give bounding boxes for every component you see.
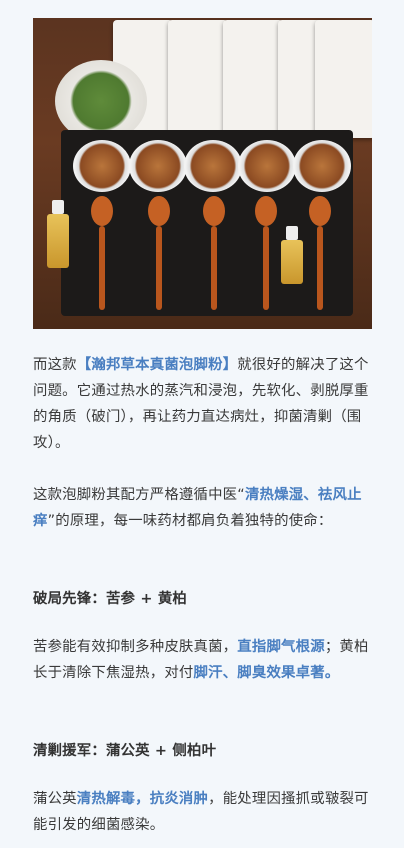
dandelion-paragraph: 蒲公英清热解毒，抗炎消肿，能处理因搔抓或皲裂可能引发的细菌感染。 bbox=[33, 791, 369, 833]
wooden-spoon bbox=[309, 196, 331, 310]
herb-bowl bbox=[293, 140, 351, 192]
wooden-spoon bbox=[255, 196, 277, 310]
detox-highlight: 清热解毒 bbox=[76, 791, 136, 807]
sweat-odor-highlight: 脚汗、脚臭效果卓著。 bbox=[193, 665, 340, 681]
root-cause-highlight: 直指脚气根源 bbox=[237, 639, 325, 655]
herb-packet bbox=[223, 20, 283, 138]
herb-bowl bbox=[129, 140, 187, 192]
wooden-spoon bbox=[91, 196, 113, 310]
herb-bowl bbox=[73, 140, 131, 192]
herb-packet bbox=[315, 20, 372, 138]
wooden-spoon bbox=[148, 196, 170, 310]
wooden-spoon bbox=[203, 196, 225, 310]
oil-bottle bbox=[281, 226, 303, 284]
section-heading-2: 清剿援军：蒲公英 + 侧柏叶 bbox=[33, 743, 217, 759]
herb-packet bbox=[168, 20, 228, 138]
herbal-product-image bbox=[33, 18, 372, 329]
herb-bowl bbox=[238, 140, 296, 192]
product-name-highlight: 【瀚邦草本真菌泡脚粉】 bbox=[76, 357, 238, 373]
intro-paragraph: 而这款【瀚邦草本真菌泡脚粉】就很好的解决了这个问题。它通过热水的蒸汽和浸泡，先软… bbox=[33, 357, 369, 451]
herb-bowl bbox=[184, 140, 242, 192]
oil-bottle bbox=[47, 200, 69, 268]
principle-paragraph: 这款泡脚粉其配方严格遵循中医“清热燥湿、祛风止痒”的原理，每一味药材都肩负着独特… bbox=[33, 487, 362, 529]
kushen-huangbai-paragraph: 苦参能有效抑制多种皮肤真菌，直指脚气根源；黄柏长于清除下焦湿热，对付脚汗、脚臭效… bbox=[33, 639, 369, 681]
anti-inflammatory-highlight: 抗炎消肿 bbox=[149, 791, 209, 807]
section-heading-1: 破局先锋：苦参 + 黄柏 bbox=[33, 591, 187, 607]
